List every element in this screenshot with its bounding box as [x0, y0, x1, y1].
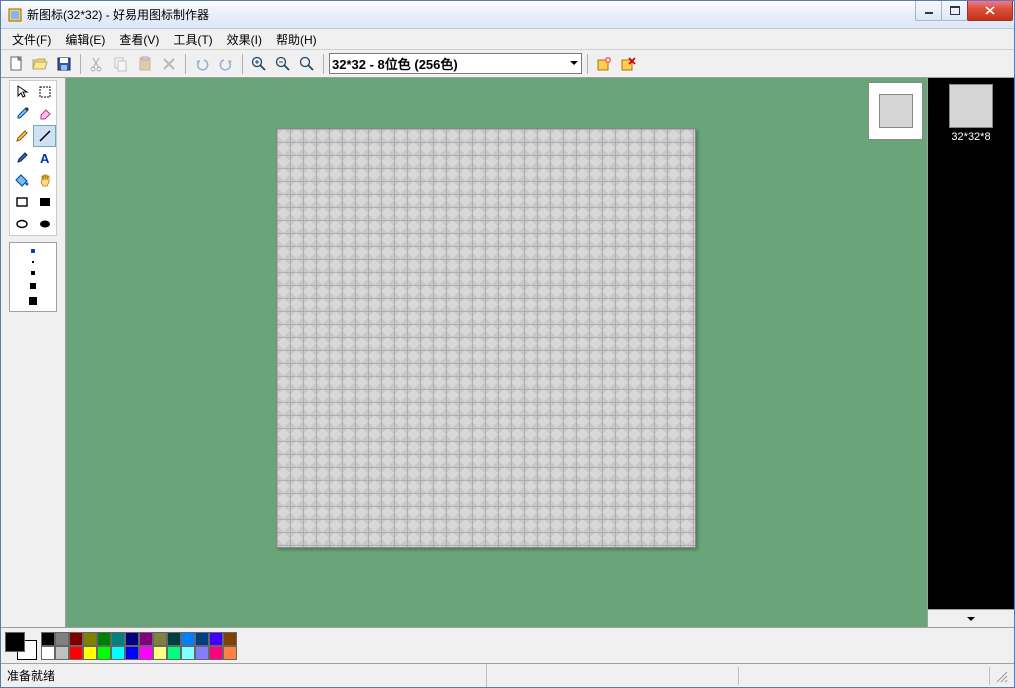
zoom-out-button[interactable]: [272, 53, 294, 75]
tool-eraser[interactable]: [33, 103, 56, 125]
brush-size-1[interactable]: [31, 249, 35, 253]
menu-effects[interactable]: 效果(I): [220, 29, 269, 50]
tool-text[interactable]: A: [33, 147, 56, 169]
color-swatch[interactable]: [83, 632, 97, 646]
brush-size-panel: [9, 242, 57, 312]
color-swatch[interactable]: [125, 646, 139, 660]
color-swatch[interactable]: [83, 646, 97, 660]
brush-size-4[interactable]: [30, 283, 36, 289]
tool-hand[interactable]: [33, 169, 56, 191]
color-swatch[interactable]: [209, 646, 223, 660]
tool-panel: A: [1, 78, 66, 627]
color-swatch[interactable]: [223, 646, 237, 660]
zoom-in-button[interactable]: [248, 53, 270, 75]
color-swatch[interactable]: [181, 646, 195, 660]
color-swatch[interactable]: [181, 632, 195, 646]
save-button[interactable]: [53, 53, 75, 75]
titlebar: 新图标(32*32) - 好易用图标制作器: [1, 1, 1014, 29]
statusbar: 准备就绪: [1, 663, 1014, 687]
color-swatch[interactable]: [139, 632, 153, 646]
tool-rect-filled[interactable]: [33, 191, 56, 213]
fg-bg-swatch[interactable]: [5, 632, 37, 660]
color-swatch[interactable]: [223, 632, 237, 646]
add-format-button[interactable]: [593, 53, 615, 75]
size-format-value: 32*32 - 8位色 (256色): [332, 54, 458, 73]
color-swatch[interactable]: [195, 646, 209, 660]
menu-help[interactable]: 帮助(H): [269, 29, 324, 50]
window-title: 新图标(32*32) - 好易用图标制作器: [27, 6, 916, 23]
brush-size-3[interactable]: [31, 271, 35, 275]
color-swatch[interactable]: [209, 632, 223, 646]
color-swatch[interactable]: [153, 632, 167, 646]
paste-button[interactable]: [134, 53, 156, 75]
menu-edit[interactable]: 编辑(E): [58, 29, 112, 50]
color-swatch[interactable]: [125, 632, 139, 646]
color-swatch[interactable]: [111, 632, 125, 646]
close-button[interactable]: [967, 1, 1013, 21]
toolbar: 32*32 - 8位色 (256色): [1, 50, 1014, 78]
color-palette: [41, 632, 237, 660]
color-swatch[interactable]: [97, 646, 111, 660]
color-swatch[interactable]: [55, 632, 69, 646]
brush-size-2[interactable]: [32, 261, 34, 263]
undo-button[interactable]: [191, 53, 213, 75]
status-cell-1: [487, 667, 739, 685]
minimize-button[interactable]: [915, 1, 942, 21]
tool-brush[interactable]: [10, 147, 33, 169]
tool-eyedropper[interactable]: [10, 103, 33, 125]
tool-line[interactable]: [33, 125, 56, 147]
tool-ellipse-outline[interactable]: [10, 213, 33, 235]
size-format-select[interactable]: 32*32 - 8位色 (256色): [329, 53, 582, 74]
tool-select-rect[interactable]: [33, 81, 56, 103]
tool-pencil[interactable]: [10, 125, 33, 147]
resize-grip-icon[interactable]: [990, 669, 1008, 683]
status-cell-2: [739, 667, 991, 685]
formats-panel: 32*32*8: [928, 78, 1014, 627]
preview-box: [868, 82, 923, 140]
delete-button[interactable]: [158, 53, 180, 75]
menu-view[interactable]: 查看(V): [112, 29, 166, 50]
color-swatch[interactable]: [153, 646, 167, 660]
zoom-fit-button[interactable]: [296, 53, 318, 75]
format-thumb[interactable]: [949, 84, 993, 128]
menu-tools[interactable]: 工具(T): [166, 29, 219, 50]
maximize-button[interactable]: [941, 1, 968, 21]
color-swatch[interactable]: [41, 646, 55, 660]
copy-button[interactable]: [110, 53, 132, 75]
svg-text:A: A: [40, 151, 50, 165]
menubar: 文件(F) 编辑(E) 查看(V) 工具(T) 效果(I) 帮助(H): [1, 29, 1014, 50]
tool-rect-outline[interactable]: [10, 191, 33, 213]
tool-fill[interactable]: [10, 169, 33, 191]
canvas-area[interactable]: [66, 78, 928, 627]
app-icon: [7, 7, 23, 23]
color-swatch[interactable]: [139, 646, 153, 660]
open-button[interactable]: [29, 53, 51, 75]
preview-thumb: [879, 94, 913, 128]
color-swatch[interactable]: [55, 646, 69, 660]
color-swatch[interactable]: [167, 646, 181, 660]
new-button[interactable]: [5, 53, 27, 75]
icon-canvas[interactable]: [276, 128, 696, 548]
redo-button[interactable]: [215, 53, 237, 75]
cut-button[interactable]: [86, 53, 108, 75]
fg-color[interactable]: [5, 632, 25, 652]
color-swatch[interactable]: [69, 646, 83, 660]
remove-format-button[interactable]: [617, 53, 639, 75]
color-swatch[interactable]: [41, 632, 55, 646]
color-swatch[interactable]: [97, 632, 111, 646]
color-swatch[interactable]: [111, 646, 125, 660]
color-swatch[interactable]: [167, 632, 181, 646]
color-swatch[interactable]: [195, 632, 209, 646]
format-thumb-label: 32*32*8: [951, 131, 990, 143]
tool-ellipse-filled[interactable]: [33, 213, 56, 235]
brush-size-5[interactable]: [29, 297, 37, 305]
menu-file[interactable]: 文件(F): [5, 29, 58, 50]
palette-bar: [1, 627, 1014, 663]
status-text: 准备就绪: [7, 664, 487, 687]
formats-dropdown[interactable]: [928, 609, 1014, 627]
color-swatch[interactable]: [69, 632, 83, 646]
tool-pointer[interactable]: [10, 81, 33, 103]
